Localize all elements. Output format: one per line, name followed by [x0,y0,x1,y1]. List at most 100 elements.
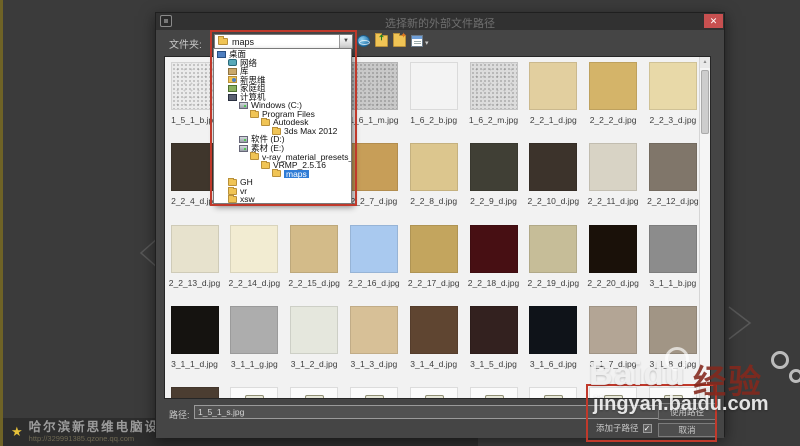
scroll-down-icon[interactable]: ▼ [700,387,710,398]
view-menu-caret-icon[interactable]: ▾ [425,39,429,47]
add-subpath-option[interactable]: 添加子路径 ✓ [596,422,652,434]
file-thumbnail-cell[interactable] [286,387,343,399]
baidu-paw-circle-icon [771,351,789,369]
file-thumbnail-cell[interactable] [465,387,522,399]
file-thumbnail-cell[interactable]: 1_6_2_m.jpg [465,62,522,140]
file-name-label: 3_1_1_d.jpg [166,359,223,369]
file-thumbnail-cell[interactable] [166,387,223,399]
file-thumbnail-cell[interactable] [525,387,582,399]
image-thumbnail [470,143,518,191]
file-thumbnail-cell[interactable]: 2_2_15_d.jpg [286,225,343,303]
file-thumbnail-cell[interactable]: 3_1_2_d.jpg [286,306,343,384]
file-thumbnail-cell[interactable]: 3_1_6_d.jpg [525,306,582,384]
file-thumbnail-cell[interactable]: 3_1_4_d.jpg [405,306,462,384]
combo-dropdown-arrow-icon[interactable]: ▼ [339,35,352,48]
scrollbar-thumb[interactable] [701,70,709,134]
image-thumbnail [350,143,398,191]
folder-tree-dropdown[interactable]: 桌面网络库新思维家庭组计算机Windows (C:)Program FilesA… [213,48,352,204]
tree-item[interactable]: 家庭组 [214,84,351,93]
path-input[interactable] [194,405,661,419]
file-thumbnail-cell[interactable]: 2_2_10_d.jpg [525,143,582,221]
file-thumbnail-cell[interactable] [405,387,462,399]
tree-item-label: maps [284,170,309,179]
add-subpath-checkbox[interactable]: ✓ [643,424,652,433]
image-thumbnail [410,306,458,354]
tree-item[interactable]: 桌面 [214,50,351,59]
file-thumbnail-cell[interactable]: 2_2_18_d.jpg [465,225,522,303]
file-thumbnail-cell[interactable]: 2_2_13_d.jpg [166,225,223,303]
up-one-level-icon[interactable] [375,35,388,47]
file-thumbnail-cell[interactable]: 2_2_17_d.jpg [405,225,462,303]
file-thumbnail-cell[interactable] [644,387,701,399]
file-thumbnail-cell[interactable]: 3_1_1_b.jpg [644,225,701,303]
file-thumbnail-cell[interactable]: 2_2_20_d.jpg [585,225,642,303]
file-thumbnail-cell[interactable]: 3_1_3_d.jpg [345,306,402,384]
image-thumbnail [589,143,637,191]
homegroup-icon [228,85,237,92]
close-button[interactable]: ✕ [704,14,723,28]
file-name-label: 2_2_1_d.jpg [525,115,582,125]
file-name-label: 3_1_3_d.jpg [345,359,402,369]
desktop-icon [217,51,226,58]
file-name-label: 2_2_20_d.jpg [585,278,642,288]
file-placeholder-icon [649,387,697,399]
file-thumbnail-cell[interactable]: 1_6_1_m.jpg [345,62,402,140]
file-thumbnail-cell[interactable] [226,387,283,399]
file-thumbnail-cell[interactable]: 3_1_7_d.jpg [585,306,642,384]
file-thumbnail-cell[interactable] [585,387,642,399]
file-thumbnail-cell[interactable] [345,387,402,399]
file-thumbnail-cell[interactable]: 2_2_14_d.jpg [226,225,283,303]
tree-item[interactable]: maps [214,170,351,179]
file-name-label: 2_2_14_d.jpg [226,278,283,288]
file-thumbnail-cell[interactable]: 2_2_7_d.jpg [345,143,402,221]
network-places-icon[interactable] [357,35,370,47]
tree-item[interactable]: 新思维 [214,76,351,85]
cancel-button[interactable]: 取消 [658,423,716,437]
file-thumbnail-cell[interactable]: 2_2_12_d.jpg [644,143,701,221]
file-thumbnail-cell[interactable]: 2_2_1_d.jpg [525,62,582,140]
file-thumbnail-cell[interactable]: 2_2_8_d.jpg [405,143,462,221]
dialog-bottom-bar: 路径: 添加子路径 ✓ 使用路径 取消 [156,399,724,438]
folder-combobox[interactable]: maps ▼ [214,34,353,49]
image-thumbnail [470,62,518,110]
chevron-right-icon[interactable] [726,304,754,342]
file-name-label: 2_2_10_d.jpg [525,196,582,206]
path-label: 路径: [169,408,190,421]
file-thumbnail-cell[interactable]: 2_2_11_d.jpg [585,143,642,221]
image-thumbnail [410,62,458,110]
drive-icon [239,102,248,109]
file-thumbnail-cell[interactable]: 1_6_2_b.jpg [405,62,462,140]
tree-item[interactable]: 库 [214,67,351,76]
file-thumbnail-cell[interactable]: 2_2_19_d.jpg [525,225,582,303]
file-thumbnail-cell[interactable]: 2_2_3_d.jpg [644,62,701,140]
tree-item[interactable]: vr [214,187,351,196]
screen: ★ 哈尔滨新思维电脑设计学校 http://329991385.qzone.qq… [0,0,800,446]
file-thumbnail-cell[interactable]: 2_2_16_d.jpg [345,225,402,303]
image-thumbnail [290,306,338,354]
file-thumbnail-cell[interactable]: 3_1_5_d.jpg [465,306,522,384]
new-folder-icon[interactable] [393,35,406,47]
file-name-label: 3_1_5_d.jpg [465,359,522,369]
network-icon [228,59,237,66]
file-name-label: 1_6_2_b.jpg [405,115,462,125]
file-thumbnail-cell[interactable]: 3_1_1_g.jpg [226,306,283,384]
file-thumbnail-cell[interactable]: 3_1_8_d.jpg [644,306,701,384]
scroll-up-icon[interactable]: ▲ [700,57,710,68]
file-placeholder-icon [589,387,637,399]
tree-item[interactable]: VRMP_2.5.16 [214,161,351,170]
use-path-button[interactable]: 使用路径 [658,403,716,420]
folder-icon [218,38,228,45]
file-placeholder-icon [470,387,518,399]
dialog-titlebar[interactable]: 选择新的外部文件路径 ✕ [156,13,724,30]
file-thumbnail-cell[interactable]: 2_2_9_d.jpg [465,143,522,221]
image-thumbnail [470,306,518,354]
image-thumbnail [589,306,637,354]
view-menu-icon[interactable] [411,35,423,47]
file-thumbnail-cell[interactable]: 3_1_1_d.jpg [166,306,223,384]
image-thumbnail [649,306,697,354]
image-thumbnail [230,306,278,354]
tree-item[interactable]: GH [214,178,351,187]
tree-item[interactable]: 网络 [214,59,351,68]
file-thumbnail-cell[interactable]: 2_2_2_d.jpg [585,62,642,140]
tree-item[interactable]: xsw [214,195,351,204]
